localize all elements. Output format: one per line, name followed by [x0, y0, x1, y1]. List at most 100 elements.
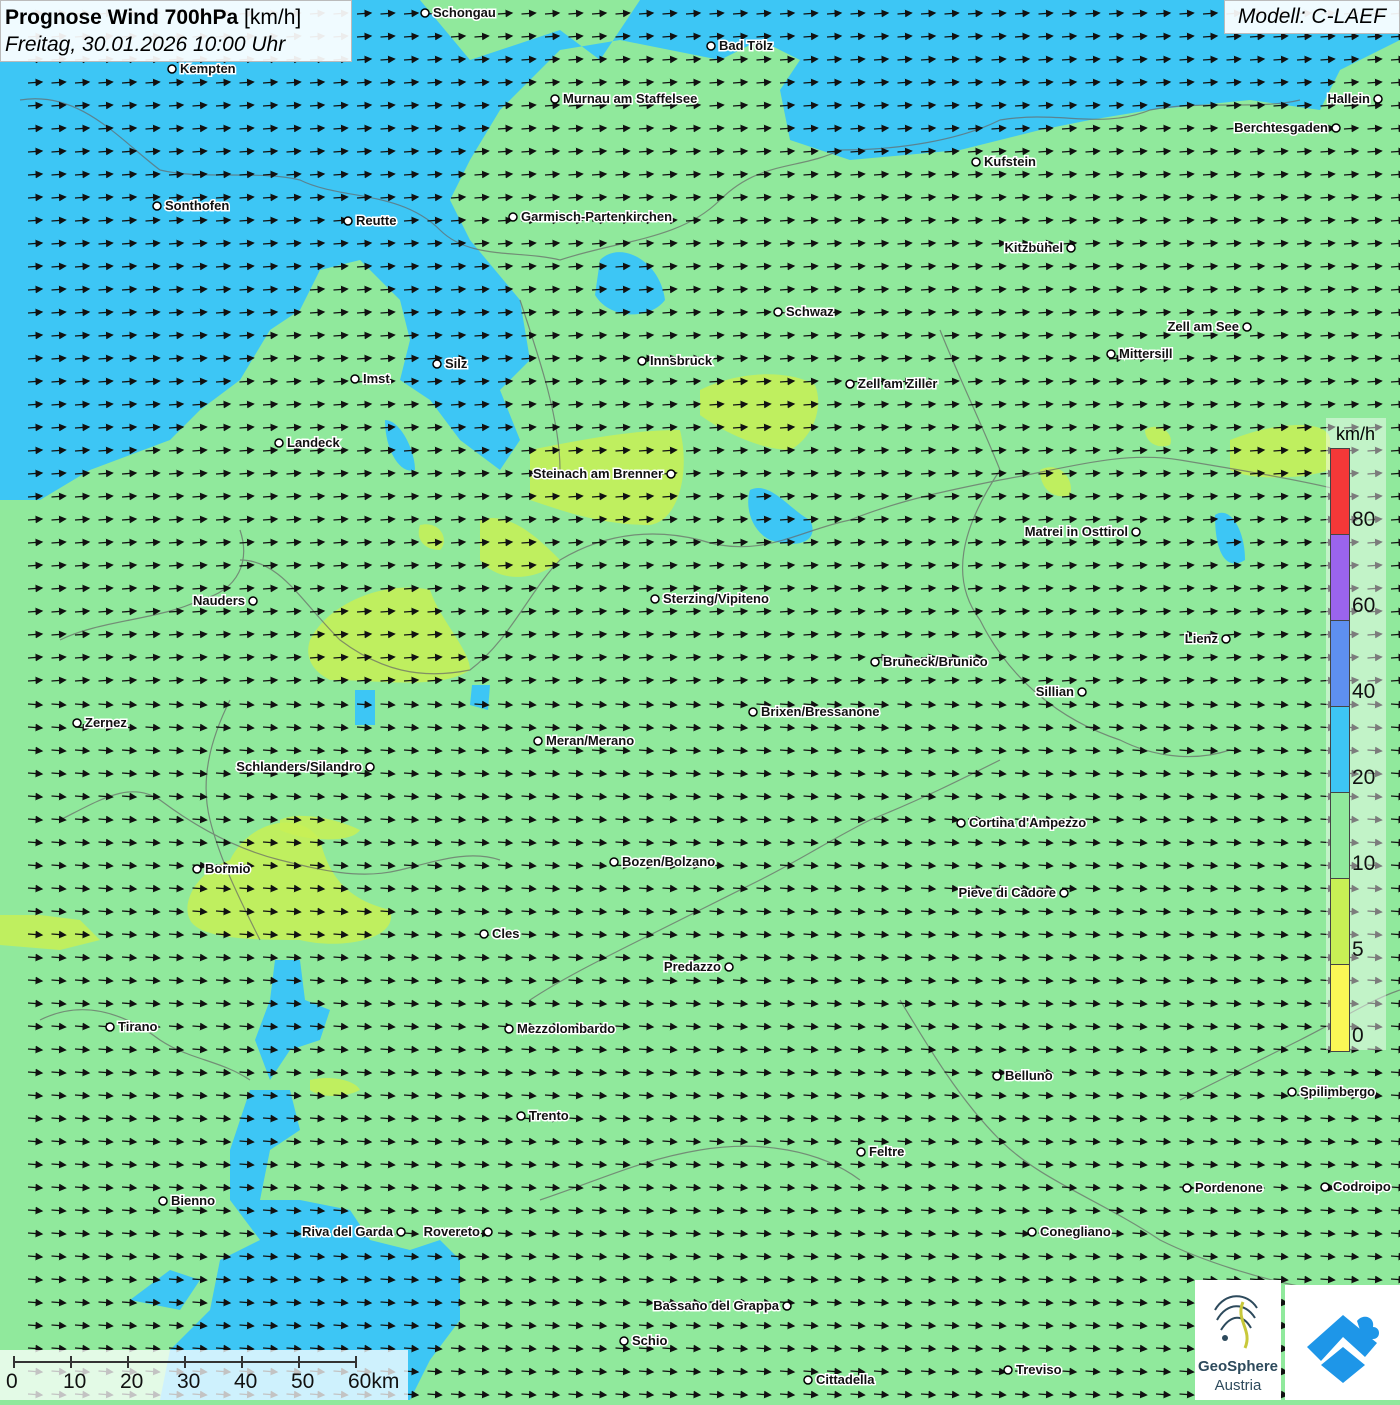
city-marker-icon [637, 356, 647, 366]
city-label: Spilimbergo [1300, 1084, 1375, 1099]
city-marker-icon [248, 596, 258, 606]
city-label: Landeck [287, 435, 341, 450]
city-marker-icon [1320, 1182, 1330, 1192]
city-marker-icon [706, 41, 716, 51]
legend-tick: 60 [1352, 594, 1376, 617]
city-label: Bienno [171, 1193, 215, 1208]
legend-seg-10 [1331, 793, 1349, 879]
city-label: Schio [632, 1333, 667, 1348]
scale-label: 40 [234, 1370, 258, 1393]
legend-tick: 20 [1352, 766, 1376, 789]
city-label: Steinach am Brenner [533, 466, 663, 481]
city-label: Tirano [118, 1019, 158, 1034]
city-label: Riva del Garda [302, 1224, 394, 1239]
city-label: Feltre [869, 1144, 904, 1159]
city-label: Silz [445, 356, 468, 371]
legend-tick: 10 [1352, 852, 1376, 875]
city-marker-icon [1003, 1365, 1013, 1375]
city-marker-icon [72, 718, 82, 728]
city-label: Mittersill [1119, 346, 1172, 361]
legend-tick: 0 [1352, 1024, 1364, 1047]
city-label: Treviso [1016, 1362, 1062, 1377]
city-marker-icon [1373, 94, 1383, 104]
legend-seg-0 [1331, 965, 1349, 1051]
scale-ticks [13, 1356, 357, 1368]
city-label: Kempten [180, 61, 236, 76]
weather-app-logo [1285, 1285, 1400, 1400]
city-marker-icon [1287, 1087, 1297, 1097]
model-label: Modell: C-LAEF [1224, 0, 1400, 34]
legend-seg-60 [1331, 535, 1349, 621]
city-label: Imst [363, 371, 390, 386]
legend-seg-5 [1331, 879, 1349, 965]
city-marker-icon [158, 1196, 168, 1206]
city-marker-icon [1221, 634, 1231, 644]
city-marker-icon [782, 1301, 792, 1311]
city-label: Kitzbühel [1005, 240, 1064, 255]
city-marker-icon [483, 1227, 493, 1237]
city-label: Lienz [1185, 631, 1219, 646]
city-label: Zell am See [1167, 319, 1239, 334]
city-marker-icon [1059, 888, 1069, 898]
wind-area-20-40 [355, 690, 375, 725]
city-label: Sillian [1036, 684, 1074, 699]
city-marker-icon [609, 857, 619, 867]
city-label: Mezzolombardo [517, 1021, 615, 1036]
forecast-datetime: Freitag, 30.01.2026 10:00 Uhr [5, 33, 286, 56]
city-label: Bassano del Grappa [653, 1298, 779, 1313]
city-marker-icon [274, 438, 284, 448]
city-marker-icon [350, 374, 360, 384]
city-marker-icon [365, 762, 375, 772]
city-marker-icon [533, 736, 543, 746]
city-marker-icon [479, 929, 489, 939]
city-label: Garmisch-Partenkirchen [521, 209, 672, 224]
city-label: Cles [492, 926, 519, 941]
legend-bar [1330, 448, 1350, 1052]
city-marker-icon [1242, 322, 1252, 332]
title: Prognose Wind 700hPa [km/h] [5, 4, 347, 32]
city-label: Sonthofen [165, 198, 229, 213]
city-marker-icon [773, 307, 783, 317]
city-label: Brixen/Bressanone [761, 704, 880, 719]
city-marker-icon [508, 212, 518, 222]
city-marker-icon [516, 1111, 526, 1121]
color-legend: km/h 80 60 40 20 10 5 0 [1326, 418, 1386, 1052]
city-marker-icon [992, 1071, 1002, 1081]
geosphere-logo: GeoSphere Austria [1195, 1280, 1281, 1400]
city-marker-icon [1106, 349, 1116, 359]
city-marker-icon [1182, 1183, 1192, 1193]
city-marker-icon [550, 94, 560, 104]
city-marker-icon [192, 864, 202, 874]
city-label: Predazzo [664, 959, 721, 974]
city-label: Schlanders/Silandro [236, 759, 362, 774]
city-marker-icon [1131, 527, 1141, 537]
city-marker-icon [803, 1375, 813, 1385]
city-label: Codroipo [1333, 1179, 1391, 1194]
city-marker-icon [856, 1147, 866, 1157]
city-label: Sterzing/Vipiteno [663, 591, 769, 606]
legend-tick: 5 [1352, 938, 1364, 961]
legend-tick: 40 [1352, 680, 1376, 703]
city-marker-icon [971, 157, 981, 167]
city-marker-icon [1331, 123, 1341, 133]
city-label: Cortina d'Ampezzo [969, 815, 1086, 830]
city-label: Berchtesgaden [1234, 120, 1328, 135]
scale-bar: 0 10 20 30 40 50 60km [0, 1350, 408, 1400]
city-marker-icon [619, 1336, 629, 1346]
city-label: Murnau am Staffelsee [563, 91, 697, 106]
city-marker-icon [396, 1227, 406, 1237]
city-marker-icon [1027, 1227, 1037, 1237]
city-label: Meran/Merano [546, 733, 634, 748]
wind-map: Schongau Bad Tölz Kempten Murnau am Staffel… [0, 0, 1400, 1400]
city-marker-icon [1066, 243, 1076, 253]
city-marker-icon [845, 379, 855, 389]
city-label: Belluno [1005, 1068, 1053, 1083]
city-marker-icon [724, 962, 734, 972]
title-unit: [km/h] [244, 6, 302, 29]
city-label: Schongau [433, 5, 496, 20]
city-marker-icon [105, 1022, 115, 1032]
legend-seg-40 [1331, 621, 1349, 707]
city-label: Hallein [1327, 91, 1370, 106]
title-main: Prognose Wind 700hPa [5, 6, 239, 29]
city-marker-icon [152, 201, 162, 211]
